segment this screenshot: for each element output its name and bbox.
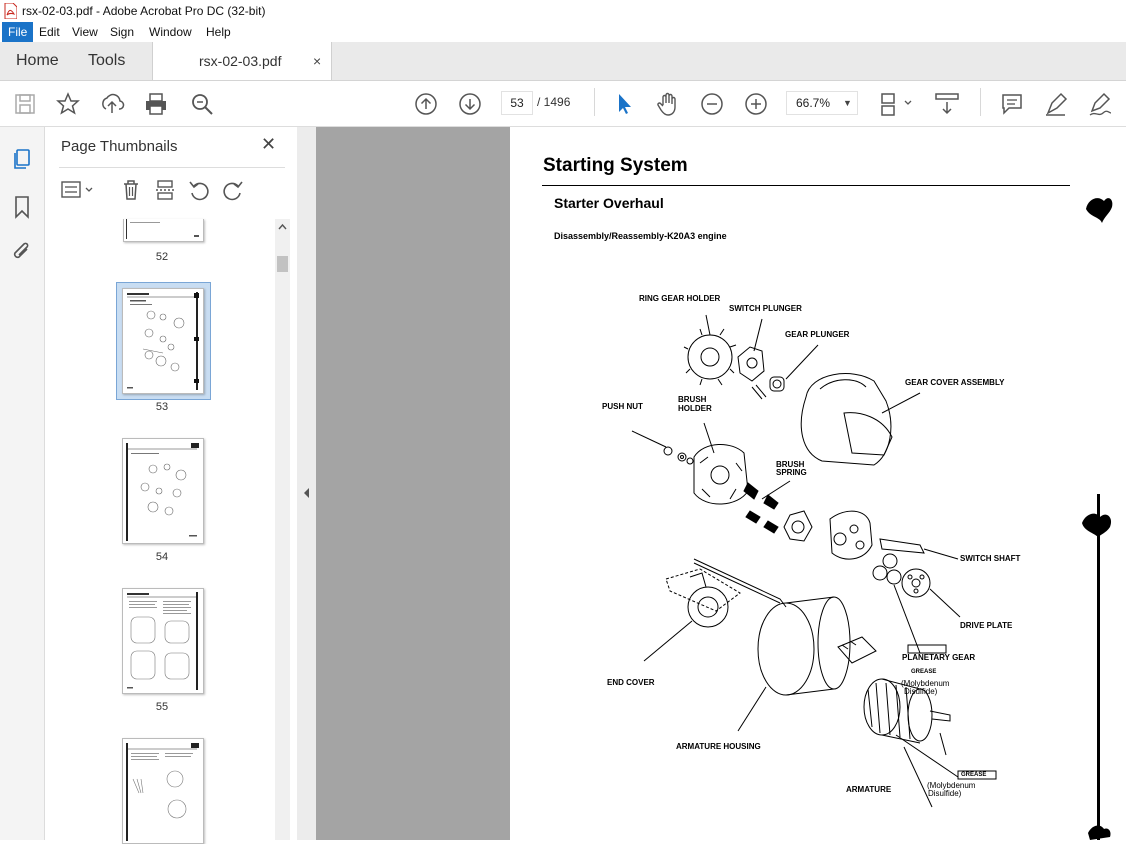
sign-icon[interactable] xyxy=(1087,91,1113,117)
page-caption: Disassembly/Reassembly-K20A3 engine xyxy=(554,231,727,241)
menu-bar: File Edit View Sign Window Help xyxy=(0,22,1126,42)
zoom-value: 66.7% xyxy=(796,96,831,110)
zoom-in-icon[interactable] xyxy=(743,91,769,117)
rotate-left-icon[interactable] xyxy=(187,178,211,202)
thumbnail-page-55[interactable] xyxy=(122,588,204,694)
hand-tool-icon[interactable] xyxy=(655,91,681,117)
menu-help[interactable]: Help xyxy=(200,22,237,42)
tab-home[interactable]: Home xyxy=(16,42,59,80)
edge-index-marks xyxy=(1082,198,1113,840)
label-planetary-gear: PLANETARY GEAR xyxy=(902,653,976,662)
label-moly-2-line2: Disulfide) xyxy=(928,789,962,798)
zoom-select[interactable]: 66.7% ▼ xyxy=(786,91,858,115)
highlight-pen-icon[interactable] xyxy=(1043,91,1069,117)
label-gear-cover-assembly: GEAR COVER ASSEMBLY xyxy=(905,378,1005,387)
bookmark-icon[interactable] xyxy=(12,195,32,219)
menu-window[interactable]: Window xyxy=(143,22,198,42)
panel-divider xyxy=(59,167,285,168)
previous-page-icon[interactable] xyxy=(413,91,439,117)
thumbnail-53-content xyxy=(127,292,199,390)
collapse-panel-icon[interactable] xyxy=(302,487,311,499)
comment-icon[interactable] xyxy=(999,91,1025,117)
page-heading: Starting System xyxy=(543,155,688,176)
thumbnail-page-54[interactable] xyxy=(122,438,204,544)
thumbnail-label: 54 xyxy=(155,551,169,563)
label-end-cover: END COVER xyxy=(607,678,655,687)
tab-bar: Home Tools rsx-02-03.pdf × xyxy=(0,42,1126,81)
title-bar: rsx-02-03.pdf - Adobe Acrobat Pro DC (32… xyxy=(0,0,1126,22)
rotate-right-icon[interactable] xyxy=(221,178,245,202)
next-page-icon[interactable] xyxy=(457,91,483,117)
tab-document-label: rsx-02-03.pdf xyxy=(199,53,282,69)
thumbnail-page-56[interactable] xyxy=(122,738,204,844)
scroll-up-icon[interactable] xyxy=(277,222,288,232)
tab-document[interactable]: rsx-02-03.pdf × xyxy=(152,42,332,80)
label-brush-holder-line2: HOLDER xyxy=(678,404,712,413)
menu-view[interactable]: View xyxy=(66,22,104,42)
thumbnail-label: 53 xyxy=(155,401,169,413)
tab-tools[interactable]: Tools xyxy=(88,42,125,80)
label-armature-housing: ARMATURE HOUSING xyxy=(676,742,761,751)
close-panel-icon[interactable]: ✕ xyxy=(261,134,276,155)
thumbnail-scrollbar[interactable] xyxy=(275,219,290,840)
left-rail xyxy=(0,127,45,840)
page-thumbnails-icon[interactable] xyxy=(11,147,33,171)
thumbnail-54-content xyxy=(126,443,199,541)
thumbnail-page-52[interactable] xyxy=(123,219,204,242)
share-upload-icon[interactable] xyxy=(99,91,125,117)
chevron-down-icon: ▼ xyxy=(843,98,852,108)
page-number-input[interactable]: 53 xyxy=(501,91,533,115)
scrollbar-thumb[interactable] xyxy=(277,256,288,272)
label-grease-2: GREASE xyxy=(961,772,987,778)
print-icon[interactable] xyxy=(143,91,169,117)
extract-pages-icon[interactable] xyxy=(154,178,176,202)
label-switch-plunger: SWITCH PLUNGER xyxy=(729,304,802,313)
toolbar-divider xyxy=(594,88,595,116)
save-icon[interactable] xyxy=(12,91,38,117)
label-brush-holder-line1: BRUSH xyxy=(678,395,707,404)
toolbar-divider xyxy=(980,88,981,116)
heading-rule xyxy=(542,185,1070,186)
thumbnail-label: 55 xyxy=(155,701,169,713)
zoom-search-icon[interactable] xyxy=(189,91,215,117)
label-moly-1-line2: Disulfide) xyxy=(904,687,938,696)
page-subheading: Starter Overhaul xyxy=(554,195,664,211)
thumbnail-56-content xyxy=(126,743,199,841)
delete-icon[interactable] xyxy=(120,178,142,202)
page-display-icon[interactable] xyxy=(879,91,915,117)
page-total: / 1496 xyxy=(537,95,571,109)
pdf-icon xyxy=(4,3,17,19)
label-push-nut: PUSH NUT xyxy=(602,402,643,411)
label-gear-plunger: GEAR PLUNGER xyxy=(785,330,850,339)
label-brush-spring-line2: SPRING xyxy=(776,468,807,477)
label-drive-plate: DRIVE PLATE xyxy=(960,621,1013,630)
pdf-page: Starting System Starter Overhaul Disasse… xyxy=(510,127,1126,840)
panel-title: Page Thumbnails xyxy=(61,138,178,155)
menu-sign[interactable]: Sign xyxy=(104,22,140,42)
label-ring-gear-holder: RING GEAR HOLDER xyxy=(639,294,721,303)
select-cursor-icon[interactable] xyxy=(611,91,637,117)
tab-close-icon[interactable]: × xyxy=(313,42,321,80)
menu-edit[interactable]: Edit xyxy=(33,22,66,42)
label-grease-1: GREASE xyxy=(911,669,937,675)
label-switch-shaft: SWITCH SHAFT xyxy=(960,554,1021,563)
thumbnail-label: 52 xyxy=(155,251,169,263)
window-title: rsx-02-03.pdf - Adobe Acrobat Pro DC (32… xyxy=(22,4,266,18)
menu-file[interactable]: File xyxy=(2,22,34,42)
thumbnail-options-icon[interactable] xyxy=(60,179,98,201)
bookmark-star-icon[interactable] xyxy=(55,91,81,117)
thumbnail-55-content xyxy=(127,592,198,690)
zoom-out-icon[interactable] xyxy=(699,91,725,117)
thumbnail-page-53[interactable] xyxy=(122,288,204,394)
label-armature: ARMATURE xyxy=(846,785,892,794)
document-background xyxy=(316,127,510,840)
panel-splitter[interactable] xyxy=(297,127,316,840)
scroll-mode-icon[interactable] xyxy=(933,91,963,117)
attachment-icon[interactable] xyxy=(11,240,33,264)
